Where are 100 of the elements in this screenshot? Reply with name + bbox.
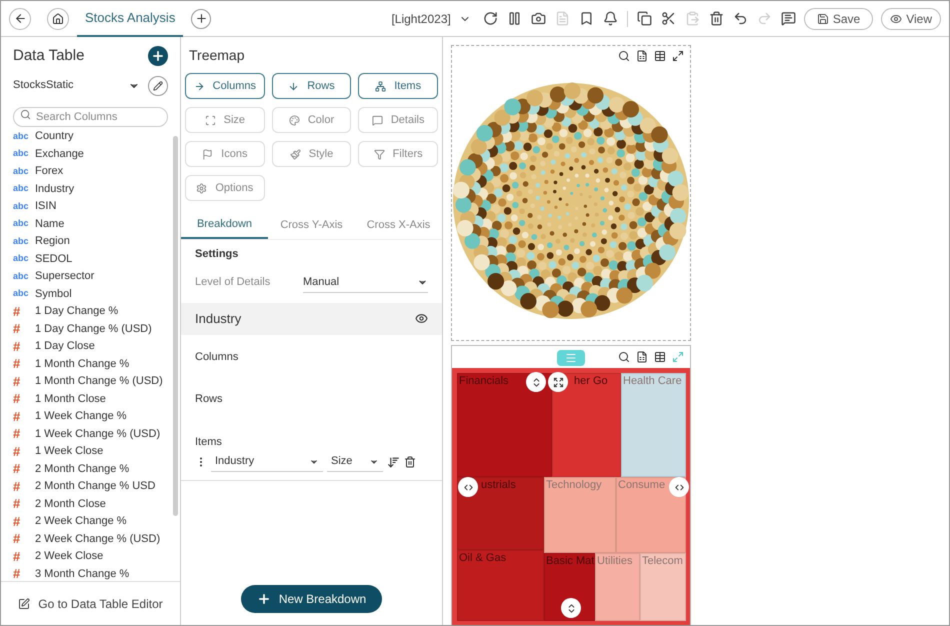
column-item[interactable]: Exchange [35,146,84,162]
spreadsheet-icon[interactable] [636,351,648,363]
column-item[interactable]: 1 Day Change % [35,303,118,320]
config-button[interactable]: Color [272,107,352,133]
settings-icon [196,182,208,194]
fullscreen-icon [552,376,564,388]
camera-icon[interactable] [530,11,546,26]
config-button[interactable]: Size [185,107,265,133]
dashboard-tab[interactable]: Stocks Analysis [77,1,184,36]
sort-icon[interactable] [387,456,400,468]
view-button[interactable]: View [881,8,941,30]
data-source-dropdown[interactable]: StocksStatic [13,77,140,94]
text-type-tag: abc [13,270,29,283]
scrollbar[interactable] [173,136,178,516]
text-type-tag: abc [13,217,29,230]
number-type-tag: # [13,512,29,531]
search-icon[interactable] [618,351,630,363]
trash-icon[interactable] [708,11,724,26]
column-item[interactable]: 2 Month Change % USD [35,478,156,494]
editor-link[interactable]: Go to Data Table Editor [18,594,163,612]
pause-icon[interactable] [506,11,522,26]
number-type-tag: # [13,442,29,461]
table-icon[interactable] [654,50,666,62]
column-item[interactable]: 3 Month Change % [35,566,130,581]
settings-tab[interactable]: Cross X-Axis [355,211,442,239]
spreadsheet-icon[interactable] [636,50,648,62]
text-type-tag: abc [13,200,29,213]
column-item[interactable]: Symbol [35,286,72,302]
column-item[interactable]: 1 Month Change % (USD) [35,373,163,390]
column-item[interactable]: ISIN [35,198,56,214]
add-button[interactable] [148,46,168,66]
column-item[interactable]: 1 Week Change % (USD) [35,426,160,442]
filter-icon [374,148,385,160]
panel-title: Treemap [188,46,246,65]
column-item[interactable]: 1 Day Close [35,338,95,354]
settings-tab[interactable]: Cross Y-Axis [268,211,355,239]
search-field[interactable]: Search Columns [13,106,168,126]
column-item[interactable]: 2 Month Change % [35,460,130,477]
column-item[interactable]: Region [35,233,70,250]
search-icon [20,108,31,120]
number-type-tag: # [13,546,29,566]
level-dropdown[interactable]: Manual [303,272,428,292]
trash-icon[interactable] [404,456,416,468]
bookmark-icon[interactable] [578,11,594,26]
brush-icon [290,148,301,160]
column-item[interactable]: Supersector [35,268,94,284]
bell-icon[interactable] [602,11,618,26]
copy-icon[interactable] [636,11,652,26]
column-item[interactable]: Industry [35,180,74,197]
number-type-tag: # [13,319,29,338]
text-type-tag: abc [13,130,29,143]
column-item[interactable]: SEDOL [35,250,72,267]
number-type-tag: # [13,494,29,514]
column-item[interactable]: 2 Week Change % (USD) [35,530,160,547]
column-item[interactable]: 2 Week Change % [35,513,127,530]
scissors-icon[interactable] [660,11,676,26]
number-type-tag: # [13,336,29,356]
config-button[interactable]: Filters [358,141,438,167]
table-icon[interactable] [654,351,666,363]
settings-tab[interactable]: Breakdown [181,211,268,239]
breakdown-title: Industry [195,310,242,328]
new-breakdown-button[interactable]: New Breakdown [240,585,382,613]
config-button[interactable]: Options [185,175,265,201]
refresh-icon[interactable] [482,11,498,26]
save-button[interactable]: Save [804,8,874,30]
comment-icon[interactable] [780,11,796,26]
measure-dropdown[interactable]: Size [327,452,383,472]
expand-icon[interactable] [672,50,684,62]
eye-icon[interactable] [415,312,428,325]
column-item[interactable]: Name [35,216,64,232]
back-button[interactable] [9,8,31,30]
palette-icon [288,114,300,126]
column-item[interactable]: 2 Week Close [35,548,104,564]
column-item[interactable]: 1 Month Close [35,390,106,407]
column-item[interactable]: 1 Week Change % [35,408,127,424]
item-field-dropdown[interactable]: Industry [211,452,323,472]
column-item[interactable]: 1 Week Close [35,443,104,460]
column-item[interactable]: 2 Month Close [35,496,106,512]
field-label: Columns [194,350,240,364]
config-button[interactable]: Items [358,73,438,99]
column-item[interactable]: Country [35,128,74,144]
column-item[interactable]: 1 Month Change % [35,356,130,372]
config-button[interactable]: Rows [272,73,352,99]
edit-button[interactable] [148,76,168,96]
column-item[interactable]: 1 Day Change % (USD) [35,320,152,337]
add-tab-button[interactable] [191,8,212,28]
undo-icon[interactable] [732,11,748,26]
config-button[interactable]: Icons [185,141,265,167]
section-heading: Settings [194,247,240,262]
search-icon[interactable] [618,50,630,62]
theme-dropdown[interactable]: [Light2023] [391,10,471,28]
config-button[interactable]: Details [358,107,438,133]
config-button[interactable]: Style [272,141,352,167]
breakdown-header[interactable]: Industry [181,302,442,334]
home-button[interactable] [47,8,69,30]
config-button[interactable]: Columns [185,73,265,99]
column-item[interactable]: Forex [35,163,64,180]
text-type-tag: abc [13,147,29,160]
drag-handle[interactable] [557,350,585,366]
panel-title: Data Table [13,46,84,66]
